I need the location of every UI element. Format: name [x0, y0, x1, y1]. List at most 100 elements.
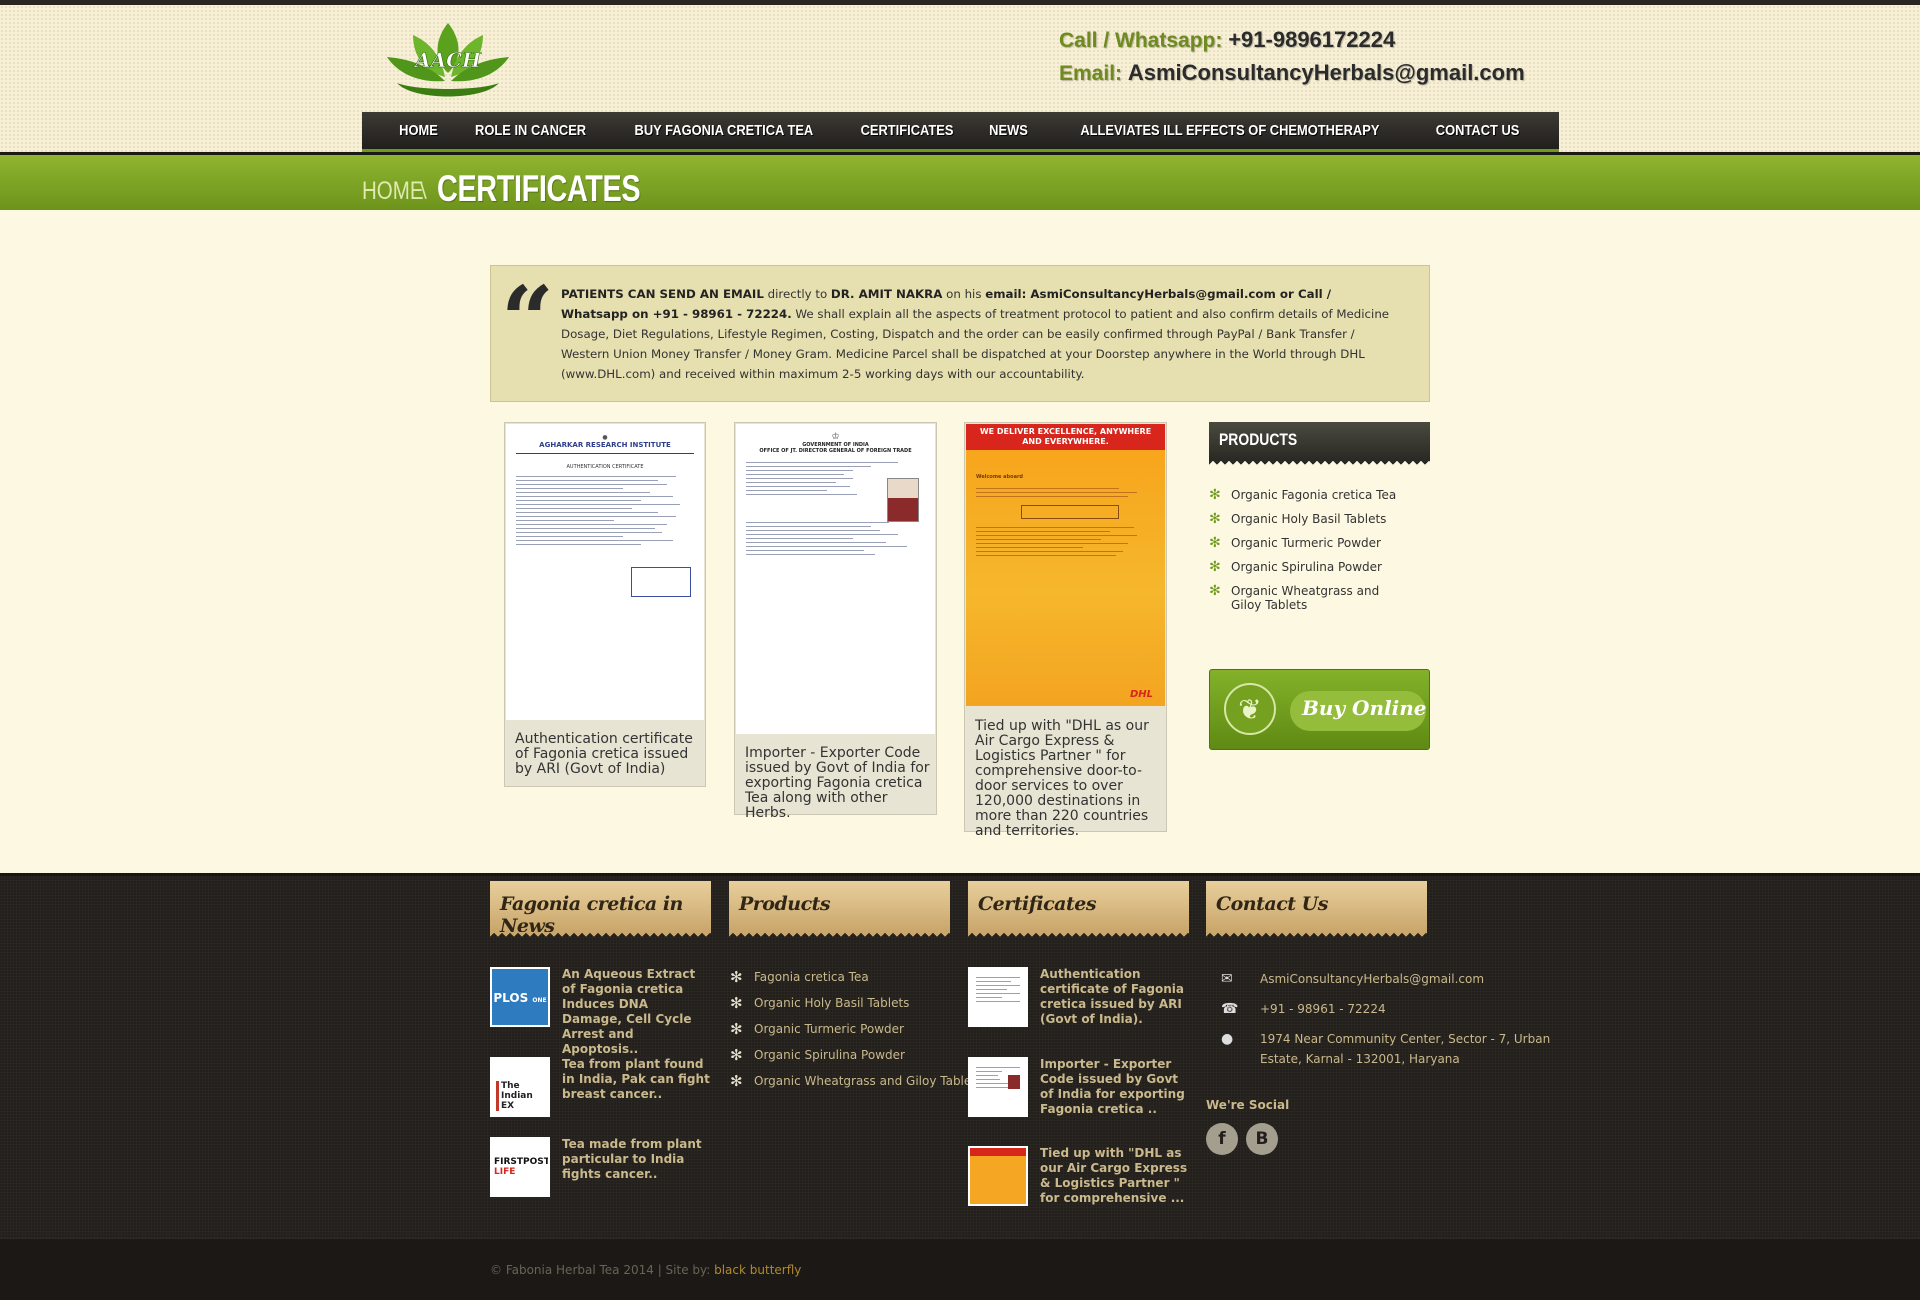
- certificate-caption: Authentication certificate of Fagonia cr…: [515, 731, 693, 777]
- cert-doc-header: AGHARKAR RESEARCH INSTITUTE: [539, 441, 671, 449]
- call-number[interactable]: +91-9896172224: [1228, 27, 1395, 52]
- news-title[interactable]: Tea made from plant particular to India …: [562, 1137, 712, 1197]
- main-nav: HOME ROLE IN CANCER BUY FAGONIA CRETICA …: [362, 112, 1559, 153]
- footer-certificate-item[interactable]: Tied up with "DHL as our Air Cargo Expre…: [968, 1146, 1190, 1206]
- notice-text-2: on his: [942, 287, 986, 301]
- star-bullet-icon: ✻: [730, 1020, 743, 1038]
- footer-certificate-title[interactable]: Importer - Exporter Code issued by Govt …: [1040, 1057, 1190, 1117]
- product-link[interactable]: ✻ Organic Fagonia cretica Tea: [1209, 488, 1430, 502]
- certificate-image-dhl[interactable]: WE DELIVER EXCELLENCE, ANYWHERE AND EVER…: [966, 424, 1165, 706]
- envelope-icon: ✉: [1221, 971, 1233, 987]
- product-link[interactable]: ✻ Organic Turmeric Powder: [1209, 536, 1430, 550]
- nav-contact-us[interactable]: CONTACT US: [1436, 122, 1520, 139]
- footer-certificates-heading: Certificates: [968, 881, 1189, 938]
- breadcrumb-separator: \: [420, 178, 427, 202]
- star-bullet-icon: ✻: [730, 1046, 743, 1064]
- quote-icon: “: [501, 266, 554, 374]
- footer-product-link[interactable]: ✻ Fagonia cretica Tea: [730, 968, 869, 986]
- certificate-caption: Tied up with "DHL as our Air Cargo Expre…: [975, 718, 1149, 839]
- footer-contact-heading: Contact Us: [1206, 881, 1427, 938]
- notice-doctor: DR. AMIT NAKRA: [830, 287, 943, 301]
- footer-product-link[interactable]: ✻ Organic Holy Basil Tablets: [730, 994, 909, 1012]
- products-heading: PRODUCTS: [1209, 422, 1430, 460]
- nav-chemotherapy[interactable]: ALLEVIATES ILL EFFECTS OF CHEMOTHERAPY: [1080, 122, 1379, 139]
- certificate-thumbnail[interactable]: [968, 1057, 1028, 1117]
- certificate-caption: Importer - Exporter Code issued by Govt …: [745, 745, 930, 821]
- cert-doc-sub: Welcome aboard: [976, 474, 1023, 480]
- footer: Fagonia cretica in News Products Certifi…: [0, 873, 1920, 1238]
- star-bullet-icon: ✻: [1209, 511, 1221, 527]
- news-thumbnail[interactable]: FIRSTPOST LIFE: [490, 1137, 550, 1197]
- news-item[interactable]: FIRSTPOST LIFE Tea made from plant parti…: [490, 1137, 712, 1197]
- certificate-thumbnail[interactable]: [968, 967, 1028, 1027]
- blogger-icon[interactable]: B: [1246, 1123, 1278, 1155]
- footer-address: ● 1974 Near Community Center, Sector - 7,…: [1221, 1029, 1570, 1069]
- star-bullet-icon: ✻: [1209, 559, 1221, 575]
- footer-products-heading: Products: [729, 881, 950, 938]
- nav-home[interactable]: HOME: [399, 122, 438, 139]
- footer-product-link[interactable]: ✻ Organic Wheatgrass and Giloy Tablets: [730, 1072, 982, 1090]
- nav-role-in-cancer[interactable]: ROLE IN CANCER: [475, 122, 586, 139]
- star-bullet-icon: ✻: [730, 1072, 743, 1090]
- email-label: Email:: [1059, 62, 1123, 85]
- product-link[interactable]: ✻ Organic Spirulina Powder: [1209, 560, 1430, 574]
- buy-online-label: Buy Online: [1302, 696, 1427, 720]
- certificate-card-iec[interactable]: ♔ GOVERNMENT OF INDIA OFFICE OF JT. DIRE…: [734, 422, 937, 821]
- facebook-icon[interactable]: f: [1206, 1123, 1238, 1155]
- footer-phone[interactable]: ☎ +91 - 98961 - 72224: [1221, 999, 1386, 1019]
- star-bullet-icon: ✻: [1209, 535, 1221, 551]
- star-bullet-icon: ✻: [1209, 487, 1221, 503]
- dhl-logo: DHL: [1129, 689, 1153, 700]
- header-contact: Call / Whatsapp: +91-9896172224 Email: A…: [1059, 24, 1525, 90]
- product-link[interactable]: ✻ Organic Holy Basil Tablets: [1209, 512, 1430, 526]
- header-email[interactable]: AsmiConsultancyHerbals@gmail.com: [1128, 60, 1525, 85]
- star-bullet-icon: ✻: [1209, 583, 1221, 599]
- certificate-card-ari[interactable]: ● AGHARKAR RESEARCH INSTITUTE AUTHENTICA…: [504, 422, 706, 787]
- site-logo[interactable]: AACH: [383, 21, 513, 101]
- copyright: © Fabonia Herbal Tea 2014 | Site by: bla…: [490, 1263, 802, 1277]
- breadcrumb: HOME \ CERTIFICATES: [0, 152, 1920, 210]
- nav-certificates[interactable]: CERTIFICATES: [860, 122, 953, 139]
- news-item[interactable]: The Indian EX Tea from plant found in In…: [490, 1057, 712, 1117]
- news-title[interactable]: An Aqueous Extract of Fagonia cretica In…: [562, 967, 712, 1057]
- nav-news[interactable]: NEWS: [989, 122, 1028, 139]
- logo-text: AACH: [413, 48, 482, 72]
- news-title[interactable]: Tea from plant found in India, Pak can f…: [562, 1057, 712, 1117]
- footer-product-link[interactable]: ✻ Organic Turmeric Powder: [730, 1020, 904, 1038]
- star-bullet-icon: ✻: [730, 968, 743, 986]
- page-title: CERTIFICATES: [437, 168, 641, 209]
- footer-product-link[interactable]: ✻ Organic Spirulina Powder: [730, 1046, 905, 1064]
- certificate-thumbnail[interactable]: [968, 1146, 1028, 1206]
- news-thumbnail[interactable]: The Indian EX: [490, 1057, 550, 1117]
- nav-buy-tea[interactable]: BUY FAGONIA CRETICA TEA: [635, 122, 814, 139]
- notice-lead: PATIENTS CAN SEND AN EMAIL: [561, 287, 764, 301]
- footer-certificate-title[interactable]: Authentication certificate of Fagonia cr…: [1040, 967, 1190, 1027]
- cert-doc-sub: AUTHENTICATION CERTIFICATE: [566, 464, 644, 470]
- notice-text-1: directly to: [763, 287, 831, 301]
- news-item[interactable]: PLOS ONE An Aqueous Extract of Fagonia c…: [490, 967, 712, 1057]
- location-icon: ●: [1221, 1031, 1234, 1047]
- news-thumbnail[interactable]: PLOS ONE: [490, 967, 550, 1027]
- certificate-image-ari[interactable]: ● AGHARKAR RESEARCH INSTITUTE AUTHENTICA…: [506, 424, 704, 720]
- phone-icon: ☎: [1221, 1001, 1239, 1017]
- buy-online-button[interactable]: ❦ Buy Online: [1209, 669, 1430, 750]
- products-widget: PRODUCTS ✻ Organic Fagonia cretica Tea ✻ O…: [1209, 422, 1430, 622]
- footer-certificate-item[interactable]: Authentication certificate of Fagonia cr…: [968, 967, 1190, 1027]
- cert-doc-sub: OFFICE OF JT. DIRECTOR GENERAL OF FOREIG…: [759, 448, 912, 454]
- credit-link[interactable]: black butterfly: [714, 1263, 801, 1277]
- product-link[interactable]: ✻ Organic Wheatgrass and Giloy Tablets: [1209, 584, 1430, 612]
- bottom-bar: © Fabonia Herbal Tea 2014 | Site by: bla…: [0, 1238, 1920, 1300]
- main-content: “ PATIENTS CAN SEND AN EMAIL directly to…: [0, 210, 1920, 873]
- footer-news-heading: Fagonia cretica in News: [490, 881, 711, 938]
- site-header: AACH Call / Whatsapp: +91-9896172224 Ema…: [0, 5, 1920, 153]
- footer-certificate-item[interactable]: Importer - Exporter Code issued by Govt …: [968, 1057, 1190, 1117]
- certificate-card-dhl[interactable]: WE DELIVER EXCELLENCE, ANYWHERE AND EVER…: [964, 422, 1167, 839]
- social-heading: We're Social: [1206, 1098, 1290, 1112]
- star-bullet-icon: ✻: [730, 994, 743, 1012]
- notice-box: “ PATIENTS CAN SEND AN EMAIL directly to…: [490, 265, 1430, 402]
- footer-email[interactable]: ✉ AsmiConsultancyHerbals@gmail.com: [1221, 969, 1484, 989]
- certificate-image-iec[interactable]: ♔ GOVERNMENT OF INDIA OFFICE OF JT. DIRE…: [736, 424, 935, 734]
- breadcrumb-home[interactable]: HOME: [362, 177, 424, 206]
- cert-doc-header: WE DELIVER EXCELLENCE, ANYWHERE AND EVER…: [966, 424, 1165, 450]
- footer-certificate-title[interactable]: Tied up with "DHL as our Air Cargo Expre…: [1040, 1146, 1190, 1206]
